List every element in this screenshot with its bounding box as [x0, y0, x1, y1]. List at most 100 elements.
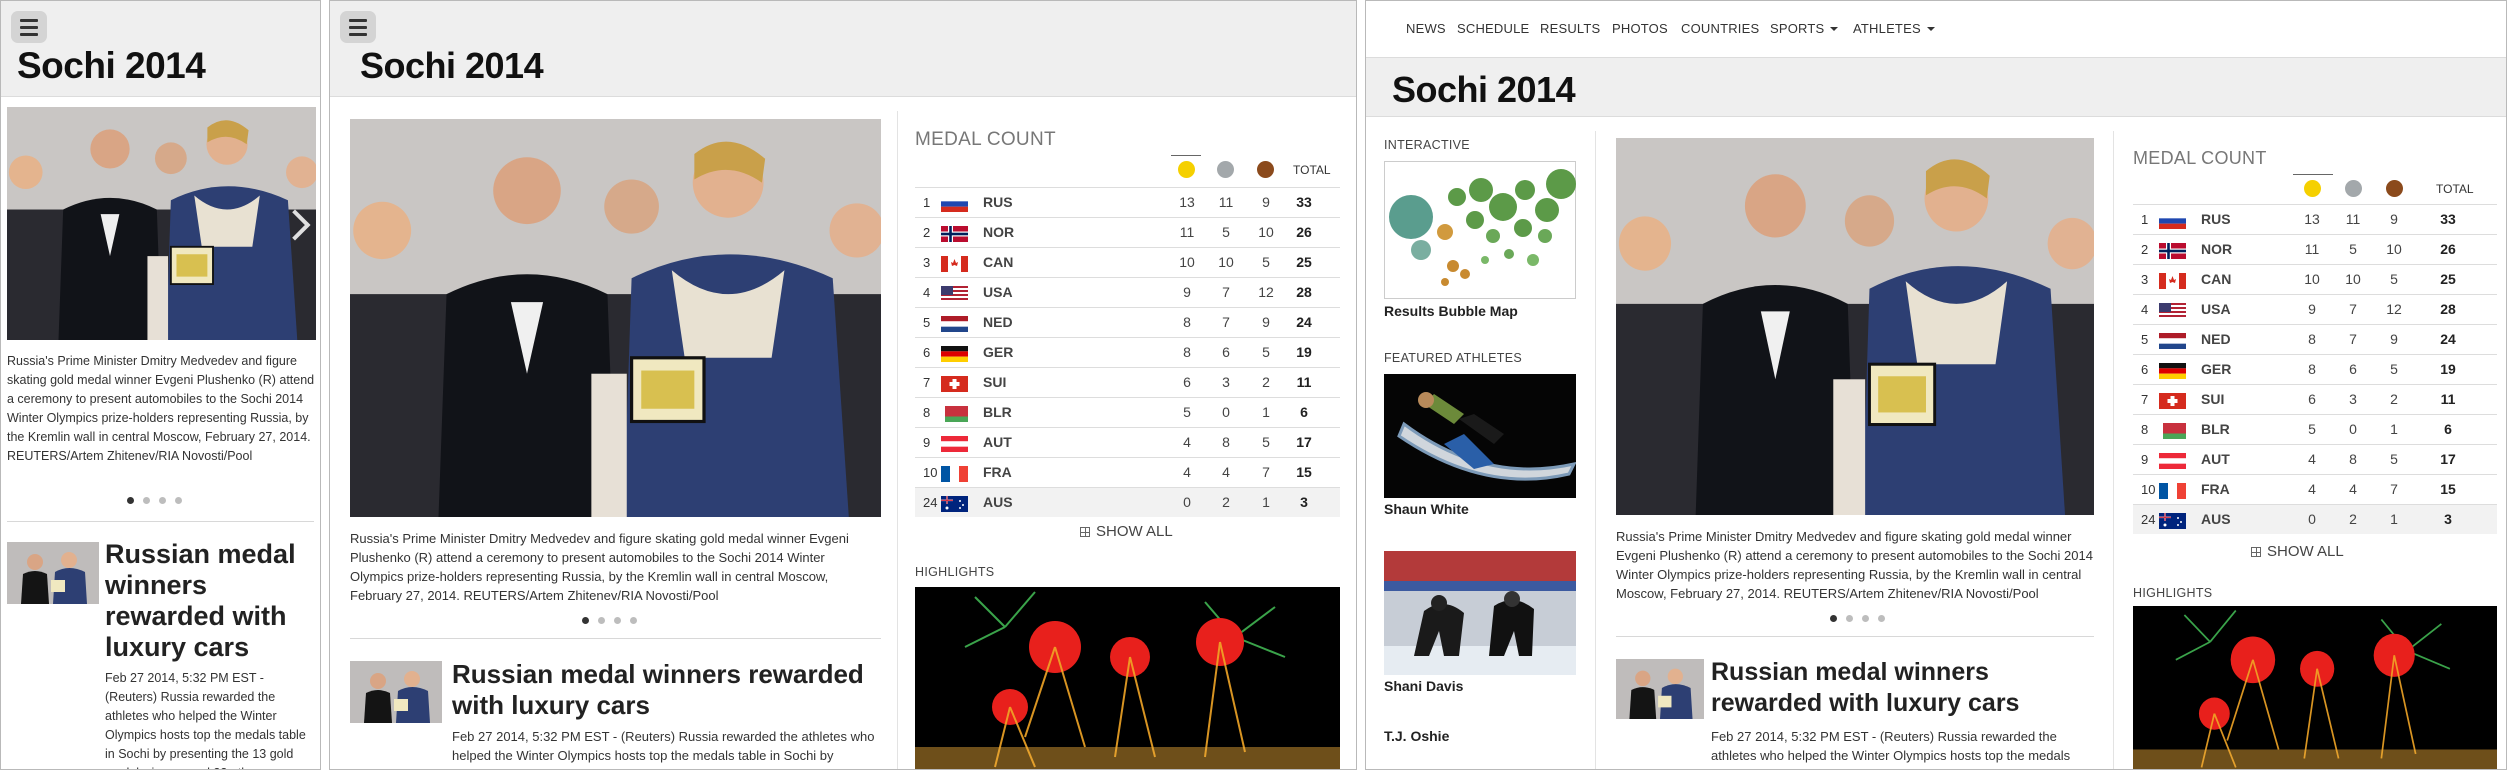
hamburger-menu-button[interactable]	[11, 11, 47, 43]
medal-row-rus[interactable]: 1 RUS 13 11 9 33	[915, 187, 1340, 217]
country-code[interactable]: NED	[2201, 331, 2231, 347]
medal-row-usa[interactable]: 4 USA 9 7 12 28	[915, 277, 1340, 307]
medal-row-ned[interactable]: 5 NED 8 7 9 24	[915, 307, 1340, 337]
country-code[interactable]: CAN	[2201, 271, 2231, 287]
nav-news[interactable]: NEWS	[1406, 21, 1446, 36]
medal-row-fra[interactable]: 10 FRA 4 4 7 15	[2133, 474, 2497, 504]
country-code[interactable]: BLR	[2201, 421, 2230, 437]
country-code[interactable]: RUS	[2201, 211, 2231, 227]
medal-row-aut[interactable]: 9 AUT 4 8 5 17	[915, 427, 1340, 457]
highlights-photo[interactable]	[915, 587, 1340, 769]
slide-dot[interactable]	[127, 497, 134, 504]
country-code[interactable]: USA	[2201, 301, 2231, 317]
country-code[interactable]: NOR	[2201, 241, 2232, 257]
slide-dot[interactable]	[175, 497, 182, 504]
show-all-button[interactable]: SHOW ALL	[1080, 523, 1173, 540]
bronze-medal-icon[interactable]	[2386, 180, 2403, 197]
slide-indicator[interactable]	[582, 617, 637, 624]
country-code[interactable]: AUS	[2201, 511, 2231, 527]
country-code[interactable]: BLR	[983, 404, 1012, 420]
athlete-name[interactable]: Shani Davis	[1384, 678, 1463, 694]
medal-row-usa[interactable]: 4 USA 9 7 12 28	[2133, 294, 2497, 324]
bubble-map-link[interactable]: Results Bubble Map	[1384, 303, 1518, 319]
nav-countries[interactable]: COUNTRIES	[1681, 21, 1759, 36]
athlete-photo-shaun-white[interactable]	[1384, 374, 1576, 498]
medal-row-ned[interactable]: 5 NED 8 7 9 24	[2133, 324, 2497, 354]
slide-dot[interactable]	[1830, 615, 1837, 622]
story-headline[interactable]: Russian medal winners rewarded with luxu…	[1711, 657, 2094, 719]
story-headline[interactable]: Russian medal winners rewarded with luxu…	[452, 659, 877, 721]
medal-row-nor[interactable]: 2 NOR 11 5 10 26	[2133, 234, 2497, 264]
medal-row-aus[interactable]: 24 AUS 0 2 1 3	[2133, 504, 2497, 534]
lead-photo[interactable]	[1616, 138, 2094, 515]
gold-medal-icon[interactable]	[2304, 180, 2321, 197]
country-code[interactable]: GER	[2201, 361, 2231, 377]
country-code[interactable]: NED	[983, 314, 1013, 330]
slide-dot[interactable]	[614, 617, 621, 624]
story-thumbnail[interactable]	[7, 542, 99, 604]
country-code[interactable]: AUT	[983, 434, 1012, 450]
slide-dot[interactable]	[1862, 615, 1869, 622]
slide-dot[interactable]	[1846, 615, 1853, 622]
total-header[interactable]: TOTAL	[2436, 182, 2474, 196]
silver-medal-icon[interactable]	[2345, 180, 2362, 197]
medal-row-blr[interactable]: 8 BLR 5 0 1 6	[2133, 414, 2497, 444]
top-navigation: NEWS SCHEDULE RESULTS PHOTOS COUNTRIES S…	[1366, 1, 2506, 56]
gold-medal-icon[interactable]	[1178, 161, 1195, 178]
lead-photo[interactable]	[7, 107, 316, 340]
country-code[interactable]: SUI	[983, 374, 1006, 390]
country-code[interactable]: AUT	[2201, 451, 2230, 467]
country-code[interactable]: FRA	[2201, 481, 2230, 497]
lead-photo[interactable]	[350, 119, 881, 517]
slide-dot[interactable]	[582, 617, 589, 624]
nav-athletes-dropdown[interactable]: ATHLETES	[1853, 21, 1935, 36]
medal-row-rus[interactable]: 1 RUS 13 11 9 33	[2133, 204, 2497, 234]
silver-count: 11	[2345, 211, 2361, 227]
country-code[interactable]: FRA	[983, 464, 1012, 480]
medal-row-sui[interactable]: 7 SUI 6 3 2 11	[915, 367, 1340, 397]
silver-count: 2	[2349, 511, 2357, 527]
medal-row-can[interactable]: 3 CAN 10 10 5 25	[2133, 264, 2497, 294]
slide-dot[interactable]	[159, 497, 166, 504]
story-thumbnail[interactable]	[350, 661, 442, 723]
silver-medal-icon[interactable]	[1217, 161, 1234, 178]
country-code[interactable]: RUS	[983, 194, 1013, 210]
athlete-photo-shani-davis[interactable]	[1384, 551, 1576, 675]
medal-row-ger[interactable]: 6 GER 8 6 5 19	[915, 337, 1340, 367]
country-code[interactable]: USA	[983, 284, 1013, 300]
medal-row-aus[interactable]: 24 AUS 0 2 1 3	[915, 487, 1340, 517]
hamburger-menu-button[interactable]	[340, 11, 376, 43]
medal-row-can[interactable]: 3 CAN 10 10 5 25	[915, 247, 1340, 277]
nav-photos[interactable]: PHOTOS	[1612, 21, 1668, 36]
country-code[interactable]: GER	[983, 344, 1013, 360]
country-code[interactable]: AUS	[983, 494, 1013, 510]
medal-row-aut[interactable]: 9 AUT 4 8 5 17	[2133, 444, 2497, 474]
slide-indicator[interactable]	[1830, 615, 1885, 622]
slide-dot[interactable]	[1878, 615, 1885, 622]
slide-indicator[interactable]	[127, 497, 182, 504]
show-all-button[interactable]: SHOW ALL	[2251, 543, 2344, 560]
highlights-photo[interactable]	[2133, 606, 2497, 769]
story-thumbnail[interactable]	[1616, 659, 1704, 719]
country-code[interactable]: SUI	[2201, 391, 2224, 407]
total-header[interactable]: TOTAL	[1293, 163, 1331, 177]
slide-dot[interactable]	[598, 617, 605, 624]
country-code[interactable]: CAN	[983, 254, 1013, 270]
story-headline[interactable]: Russian medal winners rewarded with luxu…	[105, 539, 315, 663]
medal-row-nor[interactable]: 2 NOR 11 5 10 26	[915, 217, 1340, 247]
medal-row-fra[interactable]: 10 FRA 4 4 7 15	[915, 457, 1340, 487]
nav-schedule[interactable]: SCHEDULE	[1457, 21, 1529, 36]
bubble-map-thumbnail[interactable]	[1384, 161, 1576, 299]
slide-dot[interactable]	[143, 497, 150, 504]
athlete-name[interactable]: T.J. Oshie	[1384, 728, 1449, 744]
bronze-medal-icon[interactable]	[1257, 161, 1274, 178]
slide-dot[interactable]	[630, 617, 637, 624]
medal-row-ger[interactable]: 6 GER 8 6 5 19	[2133, 354, 2497, 384]
medal-row-sui[interactable]: 7 SUI 6 3 2 11	[2133, 384, 2497, 414]
nav-results[interactable]: RESULTS	[1540, 21, 1600, 36]
medal-row-blr[interactable]: 8 BLR 5 0 1 6	[915, 397, 1340, 427]
nav-sports-dropdown[interactable]: SPORTS	[1770, 21, 1839, 36]
country-code[interactable]: NOR	[983, 224, 1014, 240]
athlete-name[interactable]: Shaun White	[1384, 501, 1469, 517]
rank: 6	[2141, 362, 2149, 377]
